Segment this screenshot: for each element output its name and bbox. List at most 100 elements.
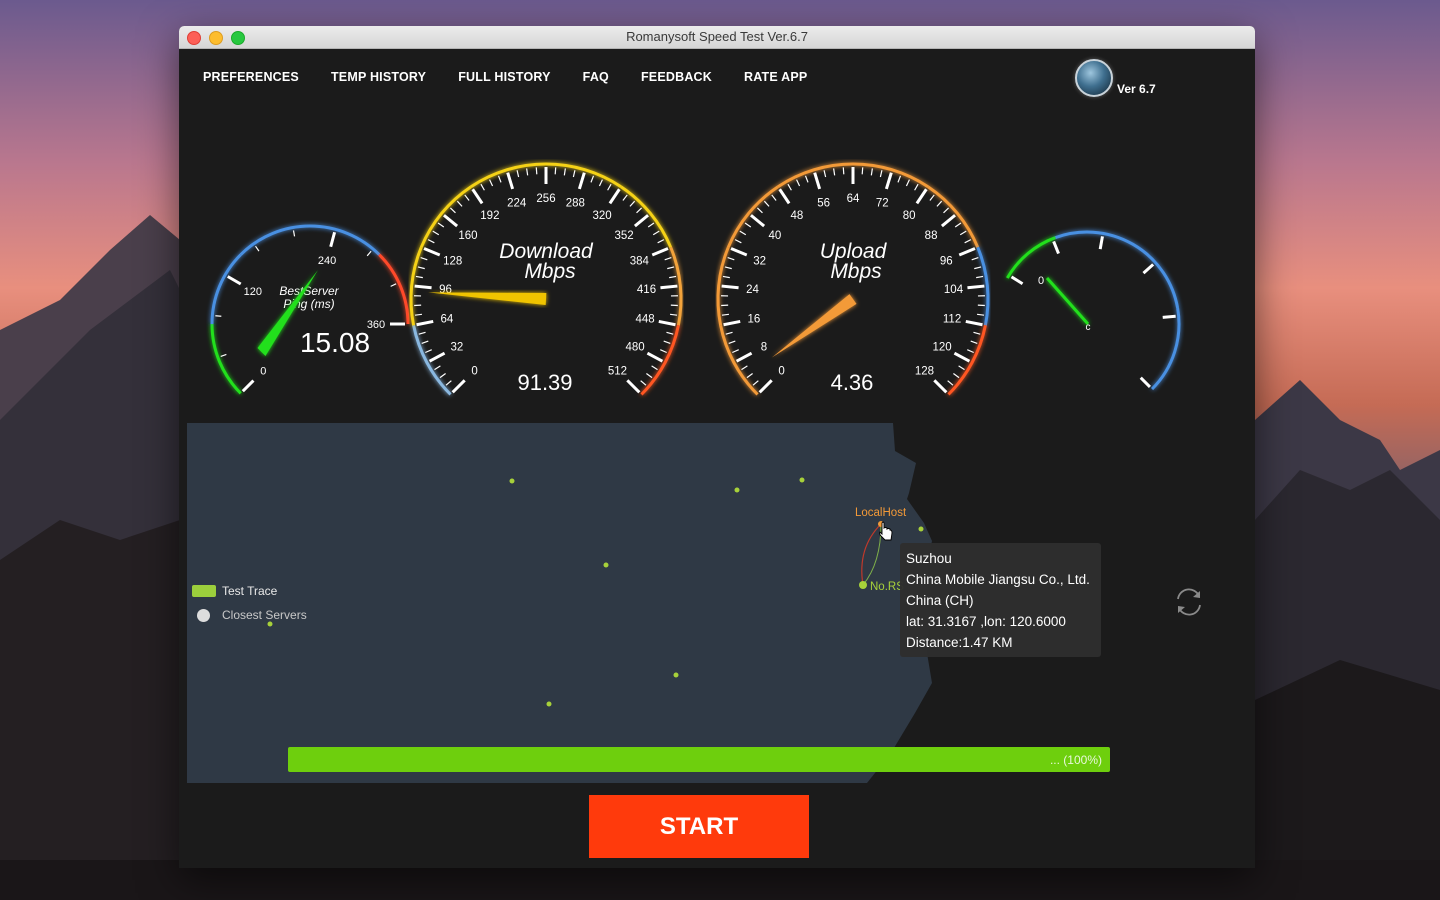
minor-tick — [732, 349, 739, 354]
minor-tick — [970, 340, 978, 345]
tooltip-city: Suzhou — [906, 551, 952, 566]
minor-tick — [669, 275, 677, 279]
ping-label-line1: BestServer — [279, 284, 339, 298]
minor-tick — [967, 349, 974, 354]
tick-label: 448 — [635, 314, 654, 326]
minor-tick — [657, 239, 665, 244]
major-tick — [735, 351, 753, 363]
server-dot[interactable] — [918, 526, 924, 532]
tick-label: 0 — [471, 365, 477, 377]
window-title: Romanysoft Speed Test Ver.6.7 — [626, 29, 808, 44]
major-tick — [414, 284, 432, 290]
legend-test-trace: Test Trace — [192, 584, 277, 598]
start-button[interactable]: START — [589, 795, 809, 858]
minor-tick — [563, 168, 566, 176]
server-tooltip: Suzhou China Mobile Jiangsu Co., Ltd. Ch… — [900, 543, 1101, 657]
tick-label: 0 — [260, 366, 266, 378]
minor-tick — [415, 275, 423, 279]
minimize-window-button[interactable] — [209, 31, 223, 45]
fourth-gauge-zero-label: 0 — [1038, 275, 1044, 287]
fourth-gauge-needle — [1045, 277, 1090, 325]
tick-label: 384 — [630, 255, 650, 267]
fourth-gauge-center-label: c — [1086, 322, 1091, 333]
tick-label: 24 — [746, 284, 759, 296]
minor-tick — [861, 167, 864, 175]
minor-tick — [958, 365, 965, 371]
server-dot[interactable] — [799, 477, 805, 483]
map-land-region — [187, 423, 932, 783]
major-tick — [958, 247, 976, 257]
minor-tick — [640, 380, 647, 386]
tick-label: 48 — [790, 210, 803, 222]
major-tick — [451, 379, 466, 394]
minor-tick — [427, 239, 435, 244]
tick-label: 480 — [625, 342, 644, 354]
server-dot[interactable] — [267, 621, 273, 627]
minor-tick — [432, 230, 440, 236]
refresh-icon[interactable] — [1173, 586, 1205, 618]
major-tick — [506, 172, 515, 190]
minor-tick — [464, 194, 470, 201]
major-tick — [1162, 314, 1176, 319]
tick-label: 32 — [451, 342, 464, 354]
gauges-panel: 0120240360 BestServer Ping (ms) 15.08 03… — [210, 162, 1181, 396]
minor-tick — [390, 283, 397, 287]
minor-tick — [425, 349, 432, 354]
upload-needle — [771, 294, 857, 358]
legend-trace-swatch — [192, 585, 216, 597]
minor-tick — [220, 353, 227, 358]
minor-tick — [660, 349, 667, 354]
minor-tick — [722, 275, 730, 279]
major-tick — [443, 214, 459, 228]
minor-tick — [929, 194, 935, 201]
major-tick — [967, 284, 985, 290]
tooltip-coords: lat: 31.3167 ,lon: 120.6000 — [906, 614, 1066, 629]
tick-label: 72 — [876, 197, 889, 209]
major-tick — [1098, 236, 1104, 250]
zoom-window-button[interactable] — [231, 31, 245, 45]
minor-tick — [947, 380, 954, 386]
server-map[interactable]: LocalHost No.RS angzhou — [187, 423, 934, 783]
close-window-button[interactable] — [187, 31, 201, 45]
progress-label: ... (100%) — [1049, 753, 1102, 767]
major-tick — [658, 319, 676, 327]
major-tick — [1010, 275, 1024, 285]
server-dot[interactable] — [734, 487, 740, 493]
major-tick — [723, 319, 741, 327]
minor-tick — [497, 175, 502, 183]
minor-tick — [823, 170, 827, 178]
gauge-arc-segment — [378, 253, 410, 325]
server-dot[interactable] — [673, 672, 679, 678]
tick-label: 512 — [608, 365, 627, 377]
major-tick — [1052, 240, 1060, 255]
minor-tick — [842, 167, 845, 175]
minor-tick — [480, 183, 485, 191]
minor-tick — [516, 170, 520, 178]
tick-label: 104 — [944, 284, 964, 296]
tick-label: 288 — [566, 197, 585, 209]
minor-tick — [943, 207, 950, 214]
server-dot[interactable] — [509, 478, 515, 484]
minor-tick — [663, 340, 671, 345]
minor-tick — [771, 194, 777, 201]
minor-tick — [905, 179, 910, 187]
server-dot[interactable] — [546, 701, 552, 707]
minor-tick — [666, 331, 674, 335]
major-tick — [915, 188, 928, 205]
test-server-dot[interactable] — [859, 581, 867, 589]
major-tick — [423, 247, 441, 257]
major-tick — [721, 284, 739, 290]
major-tick — [884, 172, 893, 190]
major-tick — [933, 379, 948, 394]
server-dot[interactable] — [603, 562, 609, 568]
minor-tick — [763, 200, 770, 207]
title-bar: Romanysoft Speed Test Ver.6.7 — [179, 26, 1255, 49]
tooltip-isp: China Mobile Jiangsu Co., Ltd. — [906, 572, 1090, 587]
ping-gauge: 0120240360 BestServer Ping (ms) 15.08 — [210, 224, 410, 395]
major-tick — [730, 247, 748, 257]
upload-label-line2: Mbps — [830, 260, 882, 283]
minor-tick — [215, 315, 222, 317]
minor-tick — [728, 340, 736, 345]
minor-tick — [879, 170, 883, 178]
localhost-label: LocalHost — [855, 507, 907, 519]
